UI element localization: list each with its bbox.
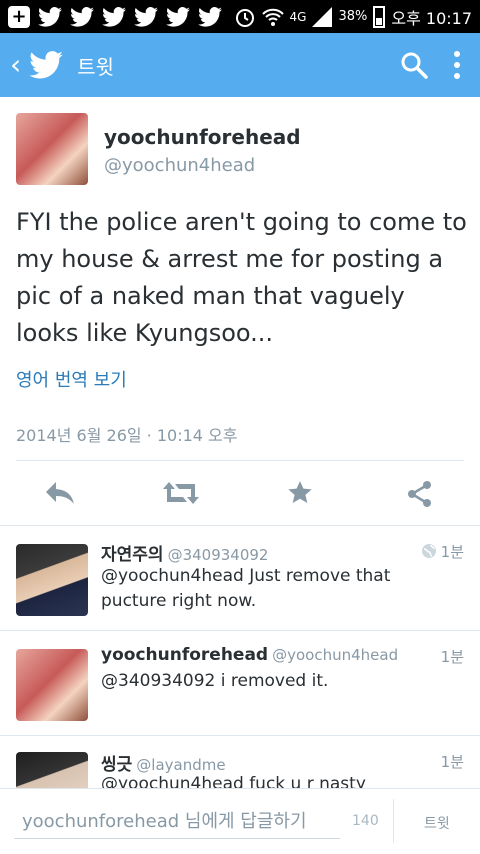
author-handle[interactable]: @yoochun4head [104,155,301,176]
search-icon[interactable] [400,51,428,79]
back-icon[interactable]: ‹ [10,51,21,79]
twitter-notification-icon [38,6,62,27]
char-count: 140 [352,813,379,829]
reply-author-handle: @yoochun4head [272,646,399,664]
tweet-button[interactable]: 트윗 [424,813,450,833]
avatar[interactable] [16,649,88,721]
avatar[interactable] [16,752,88,788]
twitter-notification-icon [134,6,158,27]
avatar[interactable] [16,544,88,616]
reply-text: @yoochun4head Just remove that pucture r… [101,566,391,611]
reply-icon[interactable] [44,480,76,506]
twitter-notification-icon [70,6,94,27]
page-title: 트윗 [77,54,115,79]
retweet-icon[interactable] [162,480,200,506]
divider [16,460,464,461]
reply-author-name: yoochunforehead [101,645,269,665]
translate-link[interactable]: 영어 번역 보기 [16,366,127,392]
signal-icon [312,6,333,27]
network-type: 4G [289,9,307,24]
list-item[interactable]: 자연주의 @340934092 1분 @yoochun4head Just rem… [0,526,480,630]
battery-percent: 38% [338,9,368,24]
reply-text: @340934092 i removed it. [101,671,329,691]
share-icon[interactable] [406,480,434,508]
reply-text: @yoochun4head fuck u r nasty [101,774,366,788]
main-tweet: yoochunforehead @yoochun4head [16,113,464,185]
twitter-bird-icon[interactable] [29,51,64,79]
list-item[interactable]: 씽긋 @layandme 1분 @yoochun4head fuck u r na… [0,736,480,788]
author-name[interactable]: yoochunforehead [104,125,301,149]
tweet-actions [0,462,480,524]
notification-icons: + [8,5,222,28]
app-bar: ‹ 트윗 [0,33,480,97]
tweet-text: FYI the police aren't going to come to m… [16,208,467,347]
tweet-timestamp: 2014년 6월 26일 · 10:14 오후 [16,426,238,445]
reply-time: 1분 [440,543,464,561]
status-bar: + 4G 38% 오후 10:17 [0,0,480,33]
globe-icon [421,544,436,558]
twitter-notification-icon [102,6,126,27]
battery-icon [373,5,386,28]
favorite-icon[interactable] [286,480,314,506]
alarm-icon [235,8,254,27]
reply-author-handle: @340934092 [167,546,269,564]
more-vert-icon[interactable] [454,51,460,79]
reply-author-name: 자연주의 [101,545,164,565]
reply-time: 1분 [440,648,464,666]
reply-input[interactable]: yoochunforehead 님에게 답글하기 [14,805,340,839]
reply-compose-bar: yoochunforehead 님에게 답글하기 140 트윗 [0,788,480,854]
twitter-notification-icon [166,6,190,27]
reply-time: 1분 [440,753,464,771]
list-item[interactable]: yoochunforehead @yoochun4head 1분 @3409340… [0,631,480,735]
divider [393,799,394,843]
add-notification-icon: + [8,5,30,28]
twitter-notification-icon [198,6,222,27]
wifi-icon [261,8,284,26]
avatar[interactable] [16,113,88,185]
clock: 오후 10:17 [391,8,472,28]
